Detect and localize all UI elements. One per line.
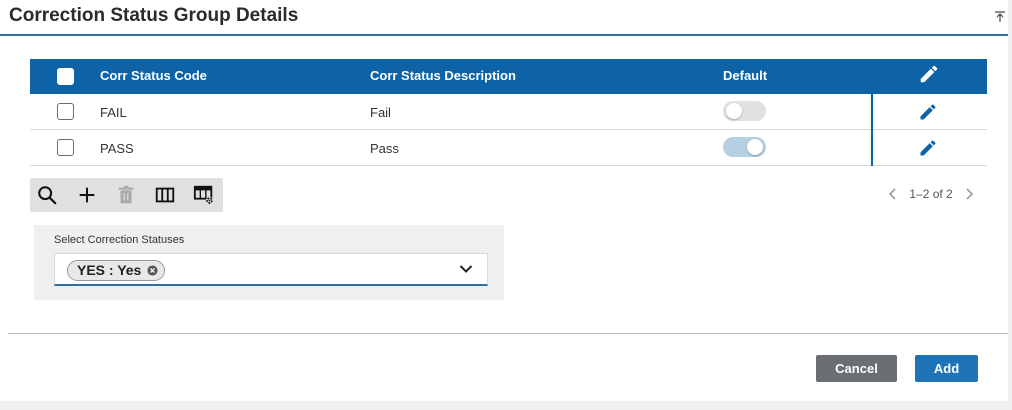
delete-icon [118,185,134,204]
table-header: Corr Status Code Corr Status Description… [30,59,987,94]
details-panel: Correction Status Group Details Corr Sta… [0,0,1008,401]
next-page-icon[interactable] [962,187,976,201]
table-settings-icon[interactable] [193,184,215,206]
default-toggle[interactable] [723,101,766,121]
panel-header: Correction Status Group Details [0,0,1008,36]
edit-row-icon[interactable] [918,102,938,122]
column-header-code[interactable]: Corr Status Code [100,68,207,83]
selected-chip: YES : Yes [67,260,166,281]
page-range: 1–2 of 2 [909,186,953,201]
column-divider [871,130,873,166]
column-divider [871,94,873,130]
remove-chip-icon[interactable] [147,265,158,276]
cell-description: Pass [370,141,399,156]
cancel-button[interactable]: Cancel [816,355,897,382]
status-table: Corr Status Code Corr Status Description… [30,59,987,166]
table-row: FAIL Fail [30,94,987,130]
previous-page-icon[interactable] [886,187,900,201]
add-button[interactable]: Add [915,355,978,382]
edit-all-icon[interactable] [918,63,940,85]
correction-status-select[interactable]: YES : Yes [54,253,488,286]
cell-code: PASS [100,141,134,156]
collapse-icon[interactable] [994,11,1006,23]
chip-label: YES : Yes [77,262,142,278]
columns-icon[interactable] [154,184,176,206]
row-checkbox[interactable] [57,103,74,120]
correction-status-select-panel: Select Correction Statuses YES : Yes [34,225,504,300]
column-header-default[interactable]: Default [723,68,767,83]
toggle-knob [747,139,763,155]
add-icon[interactable] [76,184,98,206]
select-all-checkbox[interactable] [57,68,74,85]
column-header-description[interactable]: Corr Status Description [370,68,516,83]
search-icon[interactable] [36,184,58,206]
footer-divider [8,333,1008,334]
table-toolbar [30,178,223,212]
row-checkbox[interactable] [57,139,74,156]
cell-description: Fail [370,105,391,120]
select-label: Select Correction Statuses [54,234,185,246]
chevron-down-icon[interactable] [459,264,473,274]
pagination: 1–2 of 2 [886,186,976,201]
edit-row-icon[interactable] [918,138,938,158]
page-title: Correction Status Group Details [9,5,299,26]
table-row: PASS Pass [30,130,987,166]
default-toggle[interactable] [723,137,766,157]
toggle-knob [726,103,742,119]
cell-code: FAIL [100,105,127,120]
